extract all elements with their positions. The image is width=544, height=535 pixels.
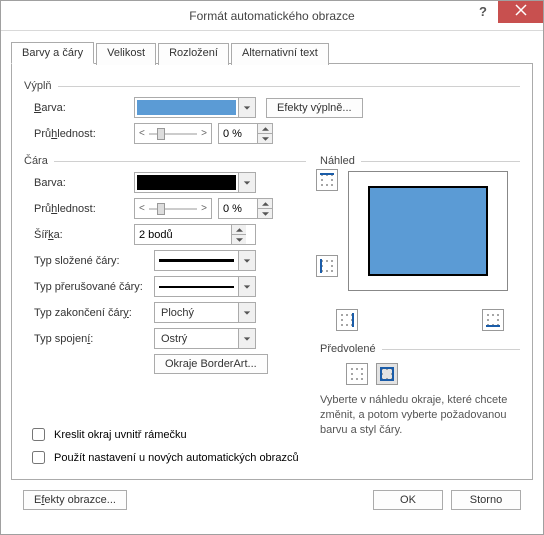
chevron-down-icon	[238, 277, 255, 296]
close-icon	[515, 4, 527, 16]
spin-up-icon[interactable]	[258, 124, 272, 134]
tab-size[interactable]: Velikost	[96, 43, 156, 65]
tab-colors-lines[interactable]: Barvy a čáry	[11, 42, 94, 64]
fill-color-combo[interactable]	[134, 97, 256, 118]
tab-panel: Výplň Barva: Efekty výplně... Průhlednos…	[11, 64, 533, 480]
edge-bottom-button[interactable]	[482, 309, 504, 331]
edge-top-button[interactable]	[316, 169, 338, 191]
dialog-title: Formát automatického obrazce	[189, 9, 354, 23]
line-color-label: Barva:	[24, 177, 134, 189]
join-type-label: Typ spojení:	[24, 333, 154, 345]
borderart-button[interactable]: Okraje BorderArt...	[154, 354, 268, 374]
chevron-down-icon	[238, 329, 255, 348]
group-fill: Výplň	[24, 80, 520, 92]
line-width-input[interactable]	[135, 225, 231, 244]
line-color-swatch	[137, 175, 236, 190]
help-button[interactable]: ?	[469, 1, 497, 23]
spin-down-icon[interactable]	[258, 134, 272, 143]
preview-box	[348, 171, 508, 291]
fill-color-label: Barva:	[24, 102, 134, 114]
tabstrip: Barvy a čáry Velikost Rozložení Alternat…	[11, 41, 533, 64]
dash-type-label: Typ přerušované čáry:	[24, 281, 154, 293]
line-transparency-slider[interactable]: < >	[134, 198, 212, 219]
shape-effects-button[interactable]: Efekty obrazce...	[23, 490, 127, 510]
draw-inside-checkbox[interactable]	[32, 428, 45, 441]
tab-layout[interactable]: Rozložení	[158, 43, 229, 65]
dash-sample	[159, 286, 234, 288]
cap-type-label: Typ zakončení čáry:	[24, 307, 154, 319]
cap-type-combo[interactable]: Plochý	[154, 302, 256, 323]
dialog-window: Formát automatického obrazce ? Barvy a č…	[0, 0, 544, 535]
fill-transparency-slider[interactable]: < >	[134, 123, 212, 144]
line-transparency-input[interactable]	[219, 199, 257, 218]
fill-transparency-spinner[interactable]	[218, 123, 273, 144]
chevron-down-icon	[238, 173, 255, 192]
arrow-right-icon: >	[201, 128, 207, 139]
group-defaults: Předvolené	[320, 343, 520, 355]
default-all-button[interactable]	[376, 363, 398, 385]
compound-type-label: Typ složené čáry:	[24, 255, 154, 267]
apply-new-checkbox[interactable]	[32, 451, 45, 464]
titlebar: Formát automatického obrazce ?	[1, 1, 543, 31]
chevron-down-icon	[238, 98, 255, 117]
fill-effects-button[interactable]: Efekty výplně...	[266, 98, 363, 118]
draw-inside-label: Kreslit okraj uvnitř rámečku	[54, 429, 187, 441]
chevron-down-icon	[238, 251, 255, 270]
apply-new-label: Použít nastavení u nových automatických …	[54, 452, 299, 464]
edge-left-button[interactable]	[316, 255, 338, 277]
group-line: Čára	[24, 155, 306, 167]
compound-type-combo[interactable]	[154, 250, 256, 271]
fill-transparency-label: Průhlednost:	[24, 128, 134, 140]
dash-type-combo[interactable]	[154, 276, 256, 297]
arrow-right-icon: >	[201, 203, 207, 214]
cap-type-value: Plochý	[155, 307, 238, 319]
line-width-spinner[interactable]	[134, 224, 256, 245]
line-transparency-label: Průhlednost:	[24, 203, 134, 215]
edge-right-button[interactable]	[336, 309, 358, 331]
ok-button[interactable]: OK	[373, 490, 443, 510]
preview-shape	[368, 186, 488, 276]
compound-sample	[159, 259, 234, 262]
join-type-combo[interactable]: Ostrý	[154, 328, 256, 349]
line-transparency-spinner[interactable]	[218, 198, 273, 219]
arrow-left-icon: <	[139, 128, 145, 139]
line-color-combo[interactable]	[134, 172, 256, 193]
default-none-button[interactable]	[346, 363, 368, 385]
fill-color-swatch	[137, 100, 236, 115]
join-type-value: Ostrý	[155, 333, 238, 345]
line-width-label: Šířka:	[24, 229, 134, 241]
cancel-button[interactable]: Storno	[451, 490, 521, 510]
arrow-left-icon: <	[139, 203, 145, 214]
tab-alttext[interactable]: Alternativní text	[231, 43, 329, 65]
fill-transparency-input[interactable]	[219, 124, 257, 143]
group-preview: Náhled	[320, 155, 520, 167]
close-button[interactable]	[498, 1, 543, 23]
chevron-down-icon	[238, 303, 255, 322]
